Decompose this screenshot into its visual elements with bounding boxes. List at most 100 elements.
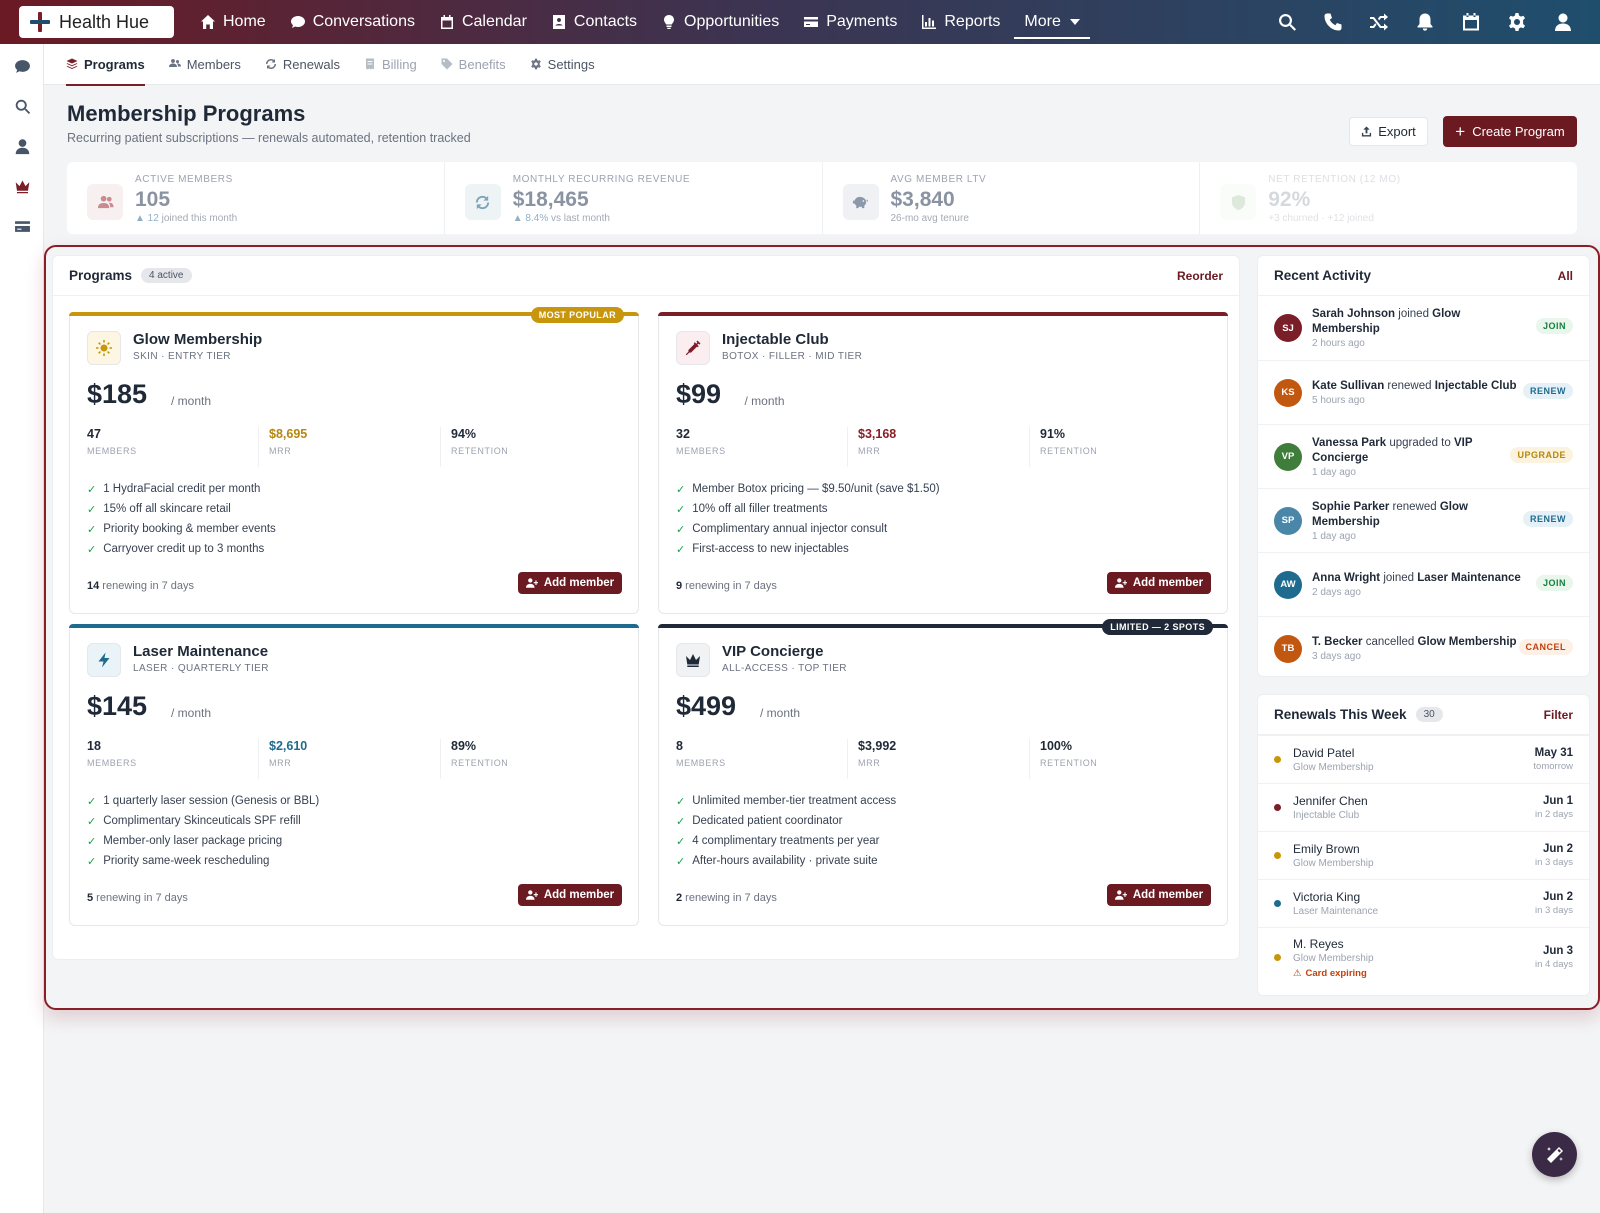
chevron-down-icon	[1069, 19, 1080, 25]
program-card[interactable]: LIMITED — 2 SPOTS VIP Concierge ALL-ACCE…	[658, 619, 1228, 926]
renewal-date: May 31 tomorrow	[1533, 747, 1573, 772]
avatar: TB	[1274, 634, 1302, 663]
renewal-date: Jun 3 in 4 days	[1534, 945, 1573, 970]
kpi-value: 105	[135, 188, 171, 211]
renewal-item[interactable]: Victoria King Laser Maintenance Jun 2 in…	[1258, 879, 1589, 927]
export-button[interactable]: Export	[1349, 117, 1428, 146]
magic-wand-icon	[1546, 1146, 1563, 1163]
renewal-item[interactable]: M. Reyes Glow Membership ⚠ Card expiring …	[1258, 927, 1589, 987]
program-stats: 32 MEMBERS $3,168 MRR 91% RETENTION	[676, 427, 1211, 467]
settings-button[interactable]	[1494, 0, 1540, 44]
activity-time: 2 hours ago	[1312, 338, 1365, 349]
mrr-value: $3,168	[858, 427, 897, 441]
logo-mark-icon	[29, 11, 51, 33]
activity-item[interactable]: SJ Sarah Johnson joined Glow Membership …	[1258, 296, 1589, 360]
user-profile-button[interactable]	[1540, 0, 1586, 44]
nav-opportunities[interactable]: Opportunities	[649, 0, 791, 44]
upload-icon	[1362, 126, 1372, 137]
program-stats: 18 MEMBERS $2,610 MRR 89% RETENTION	[87, 739, 622, 779]
program-accent-bar	[658, 312, 1228, 316]
rail-search[interactable]	[0, 86, 44, 126]
program-price: $185	[87, 379, 148, 409]
renewing-note: 14 renewing in 7 days	[87, 580, 195, 592]
benefit-list: 1 quarterly laser session (Genesis or BB…	[87, 791, 319, 871]
phone-button[interactable]	[1310, 0, 1356, 44]
notifications-button[interactable]	[1402, 0, 1448, 44]
tag-icon	[441, 58, 453, 70]
users-icon	[168, 59, 181, 67]
gear-icon	[530, 58, 541, 70]
plus-icon: +	[1455, 122, 1466, 141]
tab-settings[interactable]: Settings	[530, 44, 595, 85]
nav-conversations[interactable]: Conversations	[278, 0, 427, 44]
program-color-dot	[1274, 852, 1281, 859]
tab-billing[interactable]: Billing	[364, 44, 417, 85]
nav-calendar[interactable]: Calendar	[427, 0, 539, 44]
program-card[interactable]: Injectable Club BOTOX · FILLER · MID TIE…	[658, 312, 1228, 614]
global-search-button[interactable]	[1264, 0, 1310, 44]
tab-programs[interactable]: Programs	[66, 44, 145, 86]
automations-button[interactable]	[1356, 0, 1402, 44]
nav-more-dropdown[interactable]: More	[1012, 0, 1091, 44]
ai-assistant-button[interactable]	[1532, 1132, 1577, 1177]
renewal-item[interactable]: Jennifer Chen Injectable Club Jun 1 in 2…	[1258, 783, 1589, 831]
tab-benefits[interactable]: Benefits	[441, 44, 506, 85]
activity-time: 5 hours ago	[1312, 395, 1365, 406]
brand-name: Health Hue	[59, 11, 150, 32]
nav-home[interactable]: Home	[188, 0, 278, 44]
renewing-note: 2 renewing in 7 days	[676, 892, 777, 904]
layers-icon	[66, 58, 78, 69]
renewing-note: 9 renewing in 7 days	[676, 580, 777, 592]
add-member-button[interactable]: Add member	[1107, 884, 1211, 906]
user-icon	[1555, 13, 1571, 31]
renewals-filter-link[interactable]: Filter	[1544, 708, 1573, 722]
renewal-item[interactable]: David Patel Glow Membership May 31 tomor…	[1258, 735, 1589, 783]
tab-renewals[interactable]: Renewals	[265, 44, 340, 85]
brand-logo[interactable]: Health Hue	[19, 6, 174, 38]
activity-item[interactable]: SP Sophie Parker renewed Glow Membership…	[1258, 488, 1589, 552]
reorder-link[interactable]: Reorder	[1177, 269, 1223, 283]
rail-billing[interactable]	[0, 206, 44, 246]
renewal-date: Jun 2 in 3 days	[1534, 891, 1573, 916]
rail-memberships[interactable]	[0, 166, 44, 206]
program-color-dot	[1274, 954, 1281, 961]
rail-conversations[interactable]	[0, 46, 44, 86]
kpi-label: Avg Member LTV	[890, 174, 987, 185]
program-price: $145	[87, 691, 148, 721]
program-card[interactable]: MOST POPULAR Glow Membership SKIN · ENTR…	[69, 307, 639, 614]
gear-icon	[1509, 13, 1525, 31]
activity-item[interactable]: TB T. Becker cancelled Glow Membership 3…	[1258, 616, 1589, 680]
add-member-button[interactable]: Add member	[518, 572, 622, 594]
rail-contacts[interactable]	[0, 126, 44, 166]
activity-text: Vanessa Park upgraded to VIP Concierge	[1312, 436, 1473, 464]
calendar-shortcut-button[interactable]	[1448, 0, 1494, 44]
nav-payments[interactable]: Payments	[791, 0, 909, 44]
activity-item[interactable]: KS Kate Sullivan renewed Injectable Club…	[1258, 360, 1589, 424]
activity-all-link[interactable]: All	[1558, 269, 1573, 283]
benefit-item: After-hours availability · private suite	[676, 851, 896, 871]
renewal-member-name: M. Reyes	[1293, 936, 1344, 951]
credit-card-icon	[804, 17, 819, 27]
kpi-card: Monthly Recurring Revenue $18,465 ▲ 8.4%…	[445, 162, 823, 234]
create-program-button[interactable]: + Create Program	[1443, 116, 1577, 147]
nav-contacts[interactable]: Contacts	[539, 0, 649, 44]
avatar: SJ	[1274, 314, 1302, 342]
add-member-button[interactable]: Add member	[518, 884, 622, 906]
shield-icon	[1220, 184, 1257, 220]
calendar-icon	[1463, 13, 1479, 31]
renewal-item[interactable]: Emily Brown Glow Membership Jun 2 in 3 d…	[1258, 831, 1589, 879]
activity-type-badge: JOIN	[1535, 318, 1573, 334]
activity-item[interactable]: AW Anna Wright joined Laser Maintenance …	[1258, 552, 1589, 616]
renewal-date: Jun 2 in 3 days	[1534, 843, 1573, 868]
user-plus-icon	[1114, 578, 1127, 588]
renewal-date: Jun 1 in 2 days	[1534, 795, 1573, 820]
benefit-item: Complimentary annual injector consult	[676, 519, 940, 539]
nav-reports[interactable]: Reports	[909, 0, 1012, 44]
tab-members[interactable]: Members	[168, 44, 241, 85]
activity-item[interactable]: VP Vanessa Park upgraded to VIP Concierg…	[1258, 424, 1589, 488]
benefit-item: 1 HydraFacial credit per month	[87, 479, 276, 499]
sun-icon	[87, 331, 121, 365]
credit-card-icon	[14, 220, 30, 232]
add-member-button[interactable]: Add member	[1107, 572, 1211, 594]
program-card[interactable]: Laser Maintenance LASER · QUARTERLY TIER…	[69, 624, 639, 926]
